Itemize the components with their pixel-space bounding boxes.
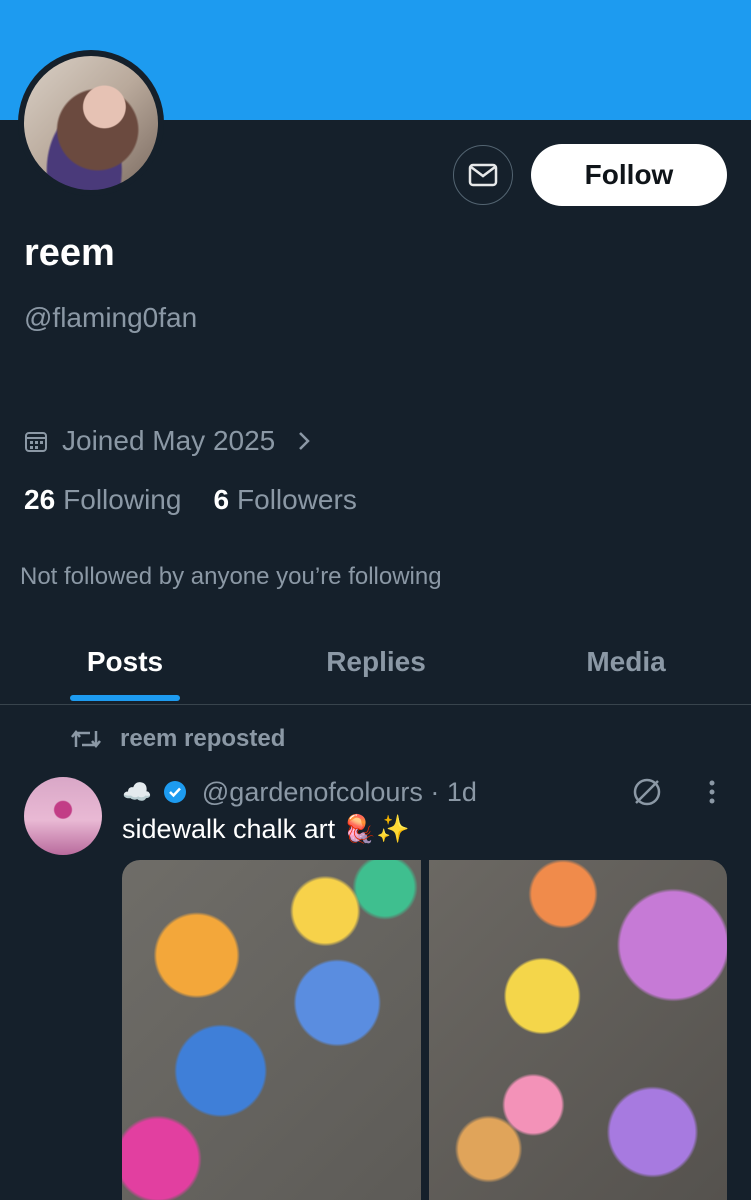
more-options-icon[interactable]	[700, 778, 724, 806]
verified-badge-icon	[162, 779, 188, 805]
follow-button[interactable]: Follow	[531, 144, 727, 206]
repost-indicator: reem reposted	[70, 722, 285, 756]
avatar-image	[24, 56, 158, 190]
tab-posts[interactable]: Posts	[40, 620, 210, 704]
post-image-1[interactable]	[122, 860, 421, 1200]
joined-date-text: Joined May 2025	[62, 425, 276, 456]
envelope-icon	[468, 163, 498, 187]
tab-replies[interactable]: Replies	[290, 620, 462, 704]
following-label: Following	[63, 484, 182, 515]
calendar-icon	[24, 429, 48, 453]
post-image-2[interactable]	[428, 860, 727, 1200]
post-author-avatar[interactable]	[24, 777, 102, 855]
active-tab-indicator	[70, 695, 180, 701]
profile-avatar[interactable]	[18, 50, 164, 196]
profile-tabs: Posts Replies Media	[0, 620, 751, 705]
mutuals-note: Not followed by anyone you’re following	[20, 563, 442, 590]
display-name-emoji: ☁️	[122, 778, 152, 806]
repost-text: reem reposted	[120, 725, 286, 752]
tab-media[interactable]: Media	[540, 620, 712, 704]
profile-name: reem	[24, 232, 115, 274]
post-text: sidewalk chalk art 🪼✨	[122, 814, 410, 844]
following-count: 26	[24, 484, 56, 515]
chevron-right-icon	[297, 430, 311, 452]
grok-icon[interactable]	[630, 775, 664, 809]
post-header[interactable]: ☁️ @gardenofcolours · 1d	[122, 774, 477, 810]
followers-count: 6	[213, 484, 230, 515]
followers-stat[interactable]: 6 Followers	[213, 484, 356, 516]
message-button[interactable]	[453, 145, 513, 205]
repost-icon	[70, 727, 102, 751]
post-media	[122, 860, 727, 1200]
joined-date-row[interactable]: Joined May 2025	[24, 423, 311, 459]
profile-handle: @flaming0fan	[24, 302, 198, 333]
following-stat[interactable]: 26 Following	[24, 484, 181, 516]
followers-label: Followers	[237, 484, 357, 515]
follow-stats: 26 Following 6 Followers	[24, 484, 357, 516]
post-handle-time: @gardenofcolours · 1d	[201, 776, 477, 807]
